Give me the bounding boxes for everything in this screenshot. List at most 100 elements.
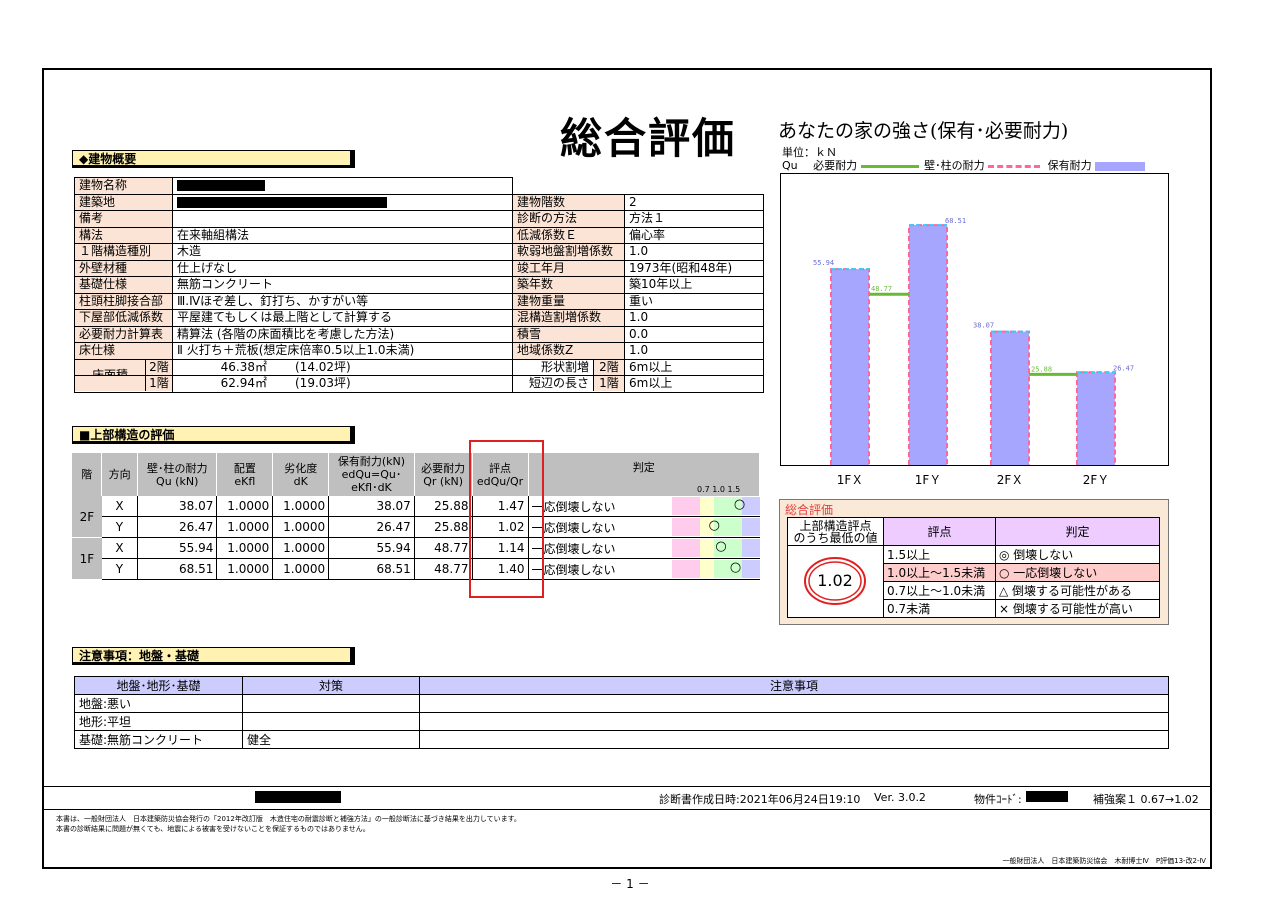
- legend-holding: 保有耐力: [1047, 159, 1092, 172]
- eval-row: Y 26.47 1.0000 1.0000 26.47 25.88 1.02 一応倒壊しない ○: [72, 516, 760, 538]
- overview-label: 築年数: [512, 276, 625, 294]
- category-label: 1FＹ: [915, 473, 942, 487]
- overview-row: １階構造種別 木造 軟弱地盤割増係数 1.0: [74, 243, 764, 261]
- bar-value-label: 38.07: [973, 322, 994, 330]
- eval-judge-cell: 一応倒壊しない ○: [528, 537, 760, 559]
- score-marker: ○: [729, 560, 742, 575]
- eval-header-line: 判定: [632, 461, 655, 474]
- eval-header-line: 必要耐力: [421, 461, 466, 475]
- notes-header-measure: 対策: [242, 676, 420, 695]
- disclaimer-line1: 本書は、一般財団法人 日本建築防災協会発行の「2012年改訂版 木造住宅の耐震診…: [56, 815, 521, 823]
- overview-label: 建物重量: [512, 292, 625, 310]
- bar-holding: [831, 269, 869, 465]
- chart-title: あなたの家の強さ(保有･必要耐力): [778, 120, 1069, 142]
- eval-ekfl: 1.0000: [216, 516, 274, 538]
- eval-header: 壁･柱の耐力 Qu (kN): [137, 453, 218, 496]
- category-label: 2FＹ: [1083, 473, 1110, 487]
- floor-area-m2: 62.94㎡: [220, 376, 267, 391]
- building-overview-label: ◆建物概要: [72, 150, 355, 168]
- eval-judge: 一応倒壊しない: [531, 541, 616, 556]
- overview-value: 0.0: [624, 325, 764, 343]
- bar-value-label: 68.51: [945, 217, 966, 225]
- overview-row: 構法 在来軸組構法 低減係数Ｅ 偏心率: [74, 226, 764, 244]
- eval-floor: 2F: [72, 496, 102, 538]
- eval-ekfl: 1.0000: [216, 537, 274, 559]
- eval-qu: 26.47: [137, 516, 218, 538]
- shape-cell: 形状割増 2階: [512, 358, 625, 376]
- disclaimer-line2: 本書の診断結果に問題が無くても、地震による被害を受けないことを保証するものではあ…: [56, 825, 370, 833]
- floor-area-value: 46.38㎡ (14.02坪): [172, 358, 513, 376]
- judge-text: ◎ 倒壊しない: [995, 545, 1160, 564]
- shape-cell: 短辺の長さ 1階: [512, 375, 625, 393]
- upper-eval-table: 階方向 壁･柱の耐力 Qu (kN) 配置 eKfl 劣化度 dK 保有耐力(kN) edQu=…: [72, 453, 760, 580]
- score-bar: ○: [671, 539, 760, 557]
- floor-name: 1階: [145, 376, 172, 392]
- upper-eval-label: ■上部構造の評価: [72, 426, 355, 444]
- overview-label: 建築地: [74, 193, 173, 211]
- footer-version: Ver. 3.0.2: [874, 791, 926, 804]
- overview-row: 基礎仕様 無筋コンクリート 築年数 築10年以上: [74, 276, 764, 294]
- category-label: 2FＸ: [997, 473, 1024, 487]
- eval-header-line: Qu (kN): [156, 474, 199, 488]
- score-bar: ○: [671, 497, 760, 515]
- overview-label: 床仕様: [74, 342, 173, 360]
- min-label-line1: 上部構造評点: [799, 518, 872, 533]
- page-number: － 1 －: [610, 877, 650, 891]
- min-value-circle: 1.02: [803, 556, 867, 606]
- notes-cell: [419, 694, 1169, 713]
- legend-required: 必要耐力: [813, 159, 858, 172]
- overview-value: 2: [624, 193, 764, 211]
- notes-row: 地形:平坦: [74, 712, 1169, 731]
- footer-rule-bottom: [42, 809, 1212, 810]
- shape-label: 短辺の長さ: [528, 376, 589, 391]
- legend-required-swatch: [860, 164, 919, 168]
- floor-area-m2: 46.38㎡: [220, 359, 267, 374]
- eval-qr: 25.88: [414, 496, 473, 517]
- eval-judge: 一応倒壊しない: [531, 499, 616, 514]
- page-title: 総合評価: [560, 114, 737, 163]
- chart-legend: 単位：ｋＮ Qu 必要耐力 壁･柱の耐力 保有耐力: [782, 146, 1146, 172]
- strength-chart: 55.94 1FＸ 68.51 1FＹ 38.07 2FＸ 26.47 2FＹ 48.77 25.…: [780, 173, 1169, 487]
- eval-header: 階: [72, 453, 103, 496]
- judge-header: 判定: [995, 517, 1160, 546]
- overview-row: 下屋部低減係数 平屋建てもしくは最上階として計算する 混構造割増係数 1.0: [74, 309, 764, 327]
- overview-row: 建築地 建物階数 2: [74, 193, 764, 211]
- judge-score: 1.0以上～1.5未満: [883, 563, 996, 582]
- notes-table: 地盤･地形･基礎 対策 注意事項 地盤:悪い 地形:平坦 基礎:無筋コンクリート 健全: [74, 676, 1169, 749]
- eval-dir: X: [101, 537, 139, 559]
- overview-value: 1.0: [624, 342, 764, 360]
- overview-label: 必要耐力計算表: [74, 325, 173, 343]
- overview-value: 重い: [624, 292, 764, 310]
- eval-judge-cell: 一応倒壊しない ○: [528, 496, 760, 517]
- overview-label: 建物名称: [74, 177, 173, 195]
- eval-header-line: 劣化度: [284, 461, 318, 475]
- eval-dk: 1.0000: [272, 516, 330, 538]
- overview-label: 下屋部低減係数: [74, 309, 173, 327]
- score-bar: ○: [671, 560, 760, 578]
- overview-value: 偏心率: [624, 226, 764, 244]
- eval-header-line: 壁･柱の耐力: [146, 461, 208, 475]
- footer-rule-top: [42, 786, 1212, 787]
- overview-value: 平屋建てもしくは最上階として計算する: [172, 309, 513, 327]
- score-highlight-box: [469, 440, 544, 598]
- overview-value: 在来軸組構法: [172, 226, 513, 244]
- notes-cell: 地盤:悪い: [74, 694, 243, 713]
- overview-label: １階構造種別: [74, 243, 173, 261]
- overview-row: 外壁材種 仕上げなし 竣工年月 1973年(昭和48年): [74, 259, 764, 277]
- chart-unit: 単位：ｋＮ: [782, 146, 837, 159]
- shape-label: 形状割増: [540, 359, 589, 374]
- floor-name: 2階: [145, 359, 172, 375]
- overview-value: 1.0: [624, 243, 764, 261]
- overview-value: [172, 210, 513, 228]
- overview-label: 地域係数Z: [512, 342, 625, 360]
- overview-value: Ⅲ.Ⅳほぞ差し、釘打ち、かすがい等: [172, 292, 513, 310]
- overview-label: 建物階数: [512, 193, 625, 211]
- notes-cell: [419, 730, 1169, 749]
- eval-header-line: eKfl: [234, 474, 256, 488]
- floor-area-cell: 床面積 2階: [74, 358, 173, 382]
- overview-row: 必要耐力計算表 精算法 (各階の床面積比を考慮した方法) 積雪 0.0: [74, 325, 764, 343]
- notes-row: 地盤:悪い: [74, 694, 1169, 713]
- eval-qr: 48.77: [414, 558, 473, 580]
- notes-row: 基礎:無筋コンクリート 健全: [74, 730, 1169, 749]
- notes-label: 注意事項：地盤・基礎: [72, 647, 355, 665]
